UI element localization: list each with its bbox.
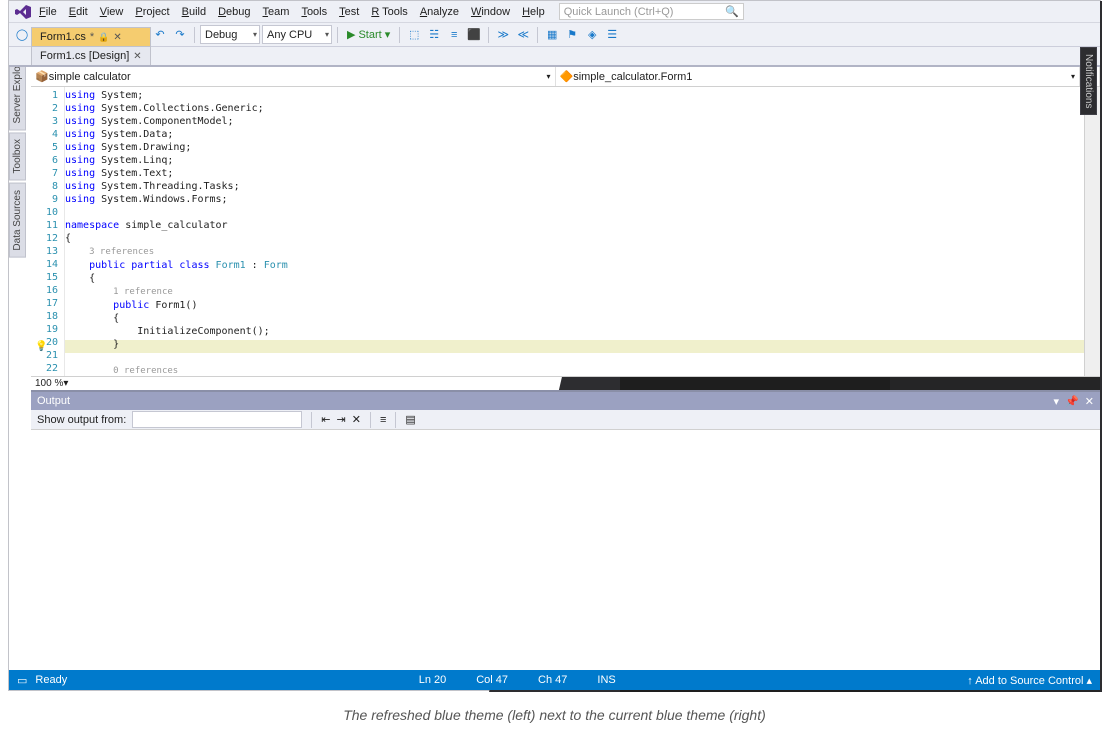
output-panel: Output ▾ 📌 ✕ Show output from: ⇤ ⇥ ✕ ≡ ▤ — [31, 390, 1100, 670]
platform-combo[interactable]: Any CPU — [262, 25, 332, 44]
tb-icon-2[interactable]: ☵ — [425, 26, 443, 44]
zoom-indicator[interactable]: 100 % ▾ — [31, 376, 1100, 390]
editor-scrollbar[interactable] — [1084, 87, 1100, 376]
menu-window[interactable]: Window — [465, 6, 516, 18]
output-body[interactable] — [31, 430, 1100, 670]
tb-icon-4[interactable]: ⬛ — [465, 26, 483, 44]
status-ch: Ch 47 — [538, 674, 567, 686]
tb-icon-10[interactable]: ☰ — [603, 26, 621, 44]
menu-file[interactable]: File — [33, 6, 63, 18]
nav-back-icon[interactable]: ◯ — [13, 26, 31, 44]
code-editor[interactable]: 💡 12345678910111213141516171819202122232… — [31, 87, 1100, 376]
output-next-icon[interactable]: ⇥ — [337, 413, 346, 426]
output-show-from-label: Show output from: — [37, 414, 126, 426]
menu-edit[interactable]: Edit — [63, 6, 94, 18]
tb-icon-1[interactable]: ⬚ — [405, 26, 423, 44]
document-tab-strip: Form1.cs * 🔒 ✕Form1.cs [Design] ✕ — [9, 47, 1100, 67]
menu-debug[interactable]: Debug — [212, 6, 256, 18]
status-bar: ▭ Ready Ln 20 Col 47 Ch 47 INS ↑ Add to … — [9, 670, 1100, 690]
tb-icon-3[interactable]: ≡ — [445, 26, 463, 44]
quick-launch-input[interactable]: Quick Launch (Ctrl+Q) 🔍 — [559, 3, 744, 20]
menu-help[interactable]: Help — [516, 6, 551, 18]
tb-icon-6[interactable]: ≪ — [514, 26, 532, 44]
config-combo[interactable]: Debug — [200, 25, 260, 44]
undo-icon[interactable]: ↶ — [151, 26, 169, 44]
menu-test[interactable]: Test — [333, 6, 365, 18]
status-ready: Ready — [35, 674, 67, 686]
menu-project[interactable]: Project — [129, 6, 175, 18]
vs-logo-icon — [13, 5, 33, 19]
left-tab-toolbox[interactable]: Toolbox — [9, 132, 26, 180]
output-wrap-icon[interactable]: ≡ — [380, 414, 386, 426]
main-toolbar: ◯ ▾ 📄 📂 💾 💾 ↶ ↷ Debug Any CPU ▶ Start ▾ … — [9, 23, 1100, 47]
redo-icon[interactable]: ↷ — [171, 26, 189, 44]
menu-view[interactable]: View — [94, 6, 130, 18]
tb-icon-5[interactable]: ≫ — [494, 26, 512, 44]
panel-close-icon[interactable]: ✕ — [1085, 395, 1094, 408]
add-source-control[interactable]: ↑ Add to Source Control ▴ — [967, 674, 1092, 687]
code-nav-bar: 📦 simple calculator 🔶 simple_calculator.… — [31, 67, 1100, 87]
status-icon: ▭ — [17, 674, 27, 687]
notifications-tab[interactable]: Notifications — [1080, 47, 1097, 115]
doc-tab[interactable]: Form1.cs * 🔒 ✕ — [31, 27, 151, 46]
output-source-combo[interactable] — [132, 411, 302, 428]
output-title-bar[interactable]: Output ▾ 📌 ✕ — [31, 392, 1100, 410]
tb-icon-7[interactable]: ▦ — [543, 26, 561, 44]
output-clear-icon[interactable]: ✕ — [352, 413, 361, 426]
menu-bar: FileEditViewProjectBuildDebugTeamToolsTe… — [9, 1, 1100, 23]
status-col: Col 47 — [476, 674, 508, 686]
panel-pin-icon[interactable]: 📌 — [1065, 395, 1079, 408]
output-toggle-icon[interactable]: ▤ — [405, 413, 415, 426]
tb-icon-8[interactable]: ⚑ — [563, 26, 581, 44]
nav-class-combo[interactable]: 📦 simple calculator — [31, 67, 556, 86]
menu-tools[interactable]: Tools — [295, 6, 333, 18]
status-ins: INS — [597, 674, 615, 686]
menu-build[interactable]: Build — [176, 6, 212, 18]
nav-member-combo[interactable]: 🔶 simple_calculator.Form1 — [556, 67, 1081, 86]
lightbulb-icon[interactable]: 💡 — [35, 341, 47, 352]
caption-text: The refreshed blue theme (left) next to … — [8, 707, 1101, 723]
left-tool-rail: Server ExplorerToolboxData Sources — [9, 47, 29, 387]
doc-tab[interactable]: Form1.cs [Design] ✕ — [31, 46, 151, 65]
panel-dropdown-icon[interactable]: ▾ — [1054, 395, 1060, 408]
menu-analyze[interactable]: Analyze — [414, 6, 465, 18]
output-prev-icon[interactable]: ⇤ — [321, 413, 330, 426]
menu-team[interactable]: Team — [257, 6, 296, 18]
tb-icon-9[interactable]: ◈ — [583, 26, 601, 44]
status-ln: Ln 20 — [419, 674, 447, 686]
menu-r-tools[interactable]: R Tools — [365, 6, 414, 18]
left-tab-data-sources[interactable]: Data Sources — [9, 183, 26, 258]
start-button[interactable]: ▶ Start ▾ — [343, 28, 394, 41]
